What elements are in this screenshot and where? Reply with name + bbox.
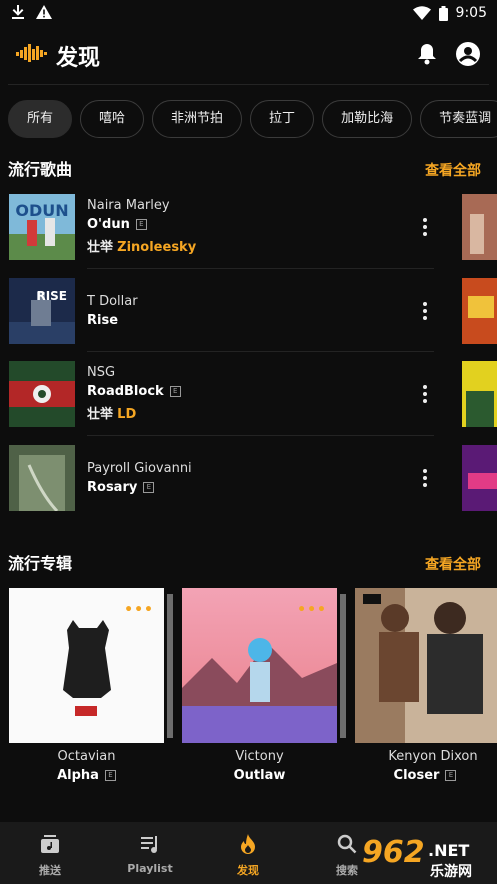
playlist-icon [141,836,157,853]
explicit-badge: E [135,219,147,230]
flame-icon [241,834,255,854]
trending-albums-see-all[interactable]: 查看全部 [425,554,481,574]
song-artwork-peek[interactable] [462,194,497,260]
genre-chip-rnb[interactable]: 节奏蓝调 [420,100,497,138]
song-row[interactable]: ODUN Naira Marley O'dun E 壮举 Zinoleesky [0,194,450,274]
album-cover [355,588,497,743]
header-divider [8,84,489,85]
explicit-badge: E [143,482,155,493]
song-artwork-peek[interactable] [462,278,497,344]
song-artist: T Dollar [87,294,138,309]
more-options-icon[interactable] [418,216,432,238]
album-stack [340,594,346,738]
status-time: 9:05 [455,5,487,21]
album-title: Outlaw [233,768,286,783]
genre-chip-afrobeats[interactable]: 非洲节拍 [152,100,243,138]
album-card[interactable]: ••• Victony Outlaw [182,588,346,783]
nav-label: Playlist [127,862,173,875]
album-more-icon[interactable]: ••• [124,602,154,618]
genre-chip-hiphop[interactable]: 嘻哈 [80,100,145,138]
battery-icon [438,5,448,21]
svg-text:962: 962 [362,835,425,870]
audiomack-logo-icon [16,44,47,62]
song-artwork: RISE [9,278,75,344]
song-title: Rosary [87,480,138,495]
trending-albums-title: 流行专辑 [8,554,73,573]
explicit-badge: E [104,770,116,781]
feat-artist-link[interactable]: Zinoleesky [117,240,196,255]
svg-text:ODUN: ODUN [15,201,68,220]
explicit-badge: E [169,386,181,397]
nav-label: 推送 [39,864,61,877]
song-artwork [9,361,75,427]
row-divider [87,351,434,352]
song-title: Rise [87,313,119,328]
more-options-icon[interactable] [418,300,432,322]
nav-tab-discover[interactable]: 发现 [198,822,298,884]
warning-icon [36,5,52,19]
profile-icon[interactable] [455,41,481,67]
song-artwork-peek[interactable] [462,361,497,427]
song-artwork-peek[interactable] [462,445,497,511]
status-bar: 9:05 [0,0,497,28]
album-more-icon[interactable]: ••• [297,602,327,618]
song-title: O'dun [87,217,130,232]
genre-chip-all[interactable]: 所有 [8,100,73,138]
more-options-icon[interactable] [418,383,432,405]
feat-label: 壮举 [87,240,114,255]
page-title: 发现 [56,46,101,71]
top-app-bar: 发现 [0,28,497,84]
genre-chip-caribbean[interactable]: 加勒比海 [322,100,413,138]
song-artist: Naira Marley [87,198,170,213]
album-stack [167,594,173,738]
album-card[interactable]: Kenyon Dixon Closer E [355,588,497,783]
bell-icon[interactable] [416,42,438,66]
album-card[interactable]: ••• Octavian Alpha E [9,588,173,783]
song-row[interactable]: NSG RoadBlock E 壮举 LD [0,361,450,441]
album-artist: Octavian [57,749,116,764]
more-options-icon[interactable] [418,467,432,489]
trending-songs-title: 流行歌曲 [8,160,73,179]
feat-label: 壮举 [87,407,114,422]
row-divider [87,268,434,269]
album-artist: Kenyon Dixon [388,749,478,764]
feat-artist-link[interactable]: LD [117,407,136,422]
site-watermark-logo: 962 .NET 乐游网 [362,835,472,880]
genre-chip-latin[interactable]: 拉丁 [250,100,315,138]
search-icon [337,834,357,854]
row-divider [87,435,434,436]
song-artist: NSG [87,365,116,380]
explicit-badge: E [445,770,457,781]
genre-chips: 所有 嘻哈 非洲节拍 拉丁 加勒比海 节奏蓝调 [8,100,497,140]
album-artist: Victony [235,749,284,764]
song-artist: Payroll Giovanni [87,461,192,476]
song-row[interactable]: RISE T Dollar Rise [0,278,450,358]
svg-text:RISE: RISE [36,289,67,303]
album-title: Closer [393,768,440,783]
nav-tab-playlist[interactable]: Playlist [100,822,200,884]
song-row[interactable]: Payroll Giovanni Rosary E [0,445,450,525]
svg-text:.NET: .NET [428,841,469,860]
album-title: Alpha [57,768,99,783]
wifi-icon [412,6,431,20]
nav-tab-feed[interactable]: 推送 [0,822,100,884]
download-icon [12,5,24,19]
song-title: RoadBlock [87,384,164,399]
trending-songs-see-all[interactable]: 查看全部 [425,160,481,180]
song-artwork: ODUN [9,194,75,260]
song-artwork [9,445,75,511]
feed-icon [41,835,59,853]
svg-text:乐游网: 乐游网 [430,863,472,880]
nav-label: 发现 [237,864,259,877]
